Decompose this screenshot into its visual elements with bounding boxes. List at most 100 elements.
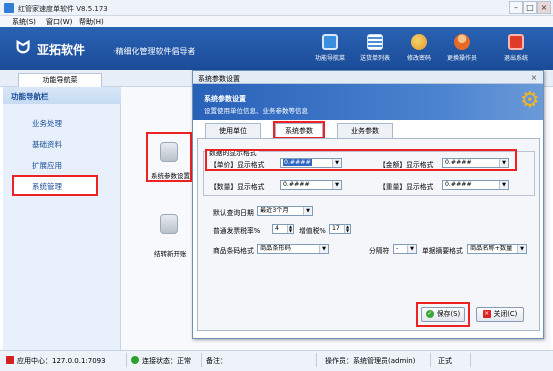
status-app-center-text: 应用中心：127.0.0.1:7093	[17, 357, 106, 365]
power-icon	[508, 34, 524, 50]
chevron-down-icon: ▼	[407, 245, 416, 253]
monitor-icon	[322, 34, 338, 50]
list-icon	[367, 34, 383, 50]
status-separator	[430, 353, 431, 367]
chevron-down-icon: ▼	[332, 159, 341, 167]
price-format-value: 0.####	[283, 159, 312, 166]
chevron-down-icon: ▼	[517, 245, 526, 253]
minimize-button[interactable]: –	[509, 1, 523, 14]
toolbar-label: 退出系统	[503, 55, 528, 62]
quantity-format-label: 【数量】显示格式	[210, 183, 265, 191]
toolbar-label: 功能导航菜	[314, 55, 345, 62]
close-button-label: 关闭(C)	[493, 310, 518, 318]
dialog-banner: 系统参数设置 设置使用单位信息、业务参数等信息	[193, 84, 543, 120]
quantity-format-select[interactable]: 0.#### ▼	[280, 180, 342, 190]
toolbar-switch-operator-button[interactable]: 更换操作员	[443, 34, 481, 70]
settings-dialog: 系统参数设置 × 系统参数设置 设置使用单位信息、业务参数等信息 ⚙ 使用单位 …	[192, 70, 544, 339]
chevron-down-icon: ▼	[499, 159, 508, 167]
default-query-select[interactable]: 最近3个月 ▼	[257, 206, 313, 216]
status-notes: 备注：	[206, 357, 227, 365]
banner-subtitle: 设置使用单位信息、业务参数等信息	[204, 107, 308, 115]
toolbar-label: 修改密码	[406, 55, 431, 62]
barcode-format-label: 商品条码格式	[213, 247, 254, 255]
chevron-down-icon: ▼	[303, 207, 312, 215]
vat-value: 17	[332, 225, 340, 232]
toolbar-nav-menu-button[interactable]: 功能导航菜	[311, 34, 349, 70]
module-label: 结转新开账	[154, 250, 187, 258]
separator-value: -	[396, 245, 399, 252]
price-format-select[interactable]: 0.#### ▼	[280, 158, 342, 168]
nav-item-extensions[interactable]: 扩展应用	[32, 160, 62, 171]
highlight-box-system-admin	[12, 175, 98, 196]
dialog-close-icon[interactable]: ×	[528, 73, 540, 83]
status-connection: 连接状态：正常	[131, 356, 191, 366]
status-separator	[316, 353, 317, 367]
vat-stepper[interactable]: 17 ▲ ▼	[329, 224, 351, 234]
amount-format-value: 0.####	[445, 159, 472, 166]
weight-format-select[interactable]: 0.#### ▼	[442, 180, 509, 190]
close-button[interactable]: ×	[537, 1, 551, 14]
barcode-format-value: 商品条形码	[260, 245, 291, 252]
highlight-box-tab	[273, 121, 325, 139]
highlight-box-save	[416, 302, 470, 327]
price-format-label: 【单价】显示格式	[210, 161, 265, 169]
doc-summary-value: 商品名称+数量	[470, 245, 513, 252]
left-nav-title: 功能导航栏	[3, 87, 121, 104]
toolbar-label: 送货单列表	[359, 55, 390, 62]
chevron-down-icon: ▼	[499, 181, 508, 189]
vat-label: 增值税%	[299, 227, 326, 235]
menu-system[interactable]: 系统(S)	[12, 17, 36, 27]
separator-select[interactable]: - ▼	[393, 244, 417, 254]
status-app-center: 应用中心：127.0.0.1:7093	[6, 356, 106, 366]
title-bar: 红管家速度单软件 V8.5.173 – □ ×	[0, 0, 553, 16]
menu-help[interactable]: 帮助(H)	[79, 17, 104, 27]
status-operator: 操作员：系统管理员(admin)	[325, 357, 416, 365]
invoice-tax-label: 普通发票税率%	[213, 227, 261, 235]
spinner-arrows-icon[interactable]: ▲ ▼	[344, 225, 350, 233]
status-separator	[126, 353, 127, 367]
toolbar-label: 更换操作员	[446, 55, 477, 62]
quantity-format-value: 0.####	[283, 181, 310, 188]
close-dialog-button[interactable]: × 关闭(C)	[476, 307, 524, 322]
window-title: 红管家速度单软件 V8.5.173	[18, 5, 108, 13]
banner-title: 系统参数设置	[204, 95, 246, 103]
tab-business-params[interactable]: 业务参数	[337, 123, 393, 139]
amount-format-label: 【金额】显示格式	[379, 161, 434, 169]
spinner-arrows-icon[interactable]: ▲ ▼	[287, 225, 293, 233]
separator-label: 分隔符	[369, 247, 390, 255]
chevron-down-icon: ▼	[319, 245, 328, 253]
status-separator	[470, 353, 471, 367]
database-add-icon	[160, 214, 178, 234]
connection-ok-icon	[131, 356, 139, 364]
amount-format-select[interactable]: 0.#### ▼	[442, 158, 509, 168]
nav-item-basic-data[interactable]: 基础资料	[32, 139, 62, 150]
toolbar-change-password-button[interactable]: 修改密码	[400, 34, 438, 70]
doc-summary-select[interactable]: 商品名称+数量 ▼	[467, 244, 527, 254]
weight-format-label: 【重量】显示格式	[379, 183, 434, 191]
app-header: ᗢ 亚拓软件 ·精细化管理软件倡导者 功能导航菜 送货单列表 修改密码 更换操作…	[0, 27, 553, 70]
app-center-icon	[6, 356, 14, 364]
maximize-button[interactable]: □	[523, 1, 537, 14]
app-icon	[4, 3, 14, 13]
status-separator	[201, 353, 202, 367]
brand-name: 亚拓软件	[37, 43, 86, 57]
barcode-format-select[interactable]: 商品条形码 ▼	[257, 244, 329, 254]
menu-window[interactable]: 窗口(W)	[46, 17, 72, 27]
invoice-tax-value: 4	[275, 225, 279, 232]
menu-bar: 系统(S) 窗口(W) 帮助(H)	[0, 16, 553, 27]
brand-slogan: ·精细化管理软件倡导者	[113, 47, 196, 56]
tab-company[interactable]: 使用单位	[205, 123, 261, 139]
logo-mark-icon: ᗢ	[16, 38, 31, 58]
tab-function-nav[interactable]: 功能导航菜	[18, 73, 102, 87]
status-mode: 正式	[438, 357, 452, 365]
module-carryover[interactable]: 结转新开账	[148, 210, 192, 258]
nav-item-business[interactable]: 业务处理	[32, 118, 62, 129]
toolbar-delivery-list-button[interactable]: 送货单列表	[356, 34, 394, 70]
dialog-title: 系统参数设置	[193, 71, 543, 84]
weight-format-value: 0.####	[445, 181, 472, 188]
toolbar-exit-button[interactable]: 退出系统	[497, 34, 535, 70]
invoice-tax-stepper[interactable]: 4 ▲ ▼	[272, 224, 294, 234]
close-icon: ×	[482, 310, 491, 318]
default-query-label: 默认查询日期	[213, 209, 254, 217]
left-nav-panel	[3, 87, 121, 350]
